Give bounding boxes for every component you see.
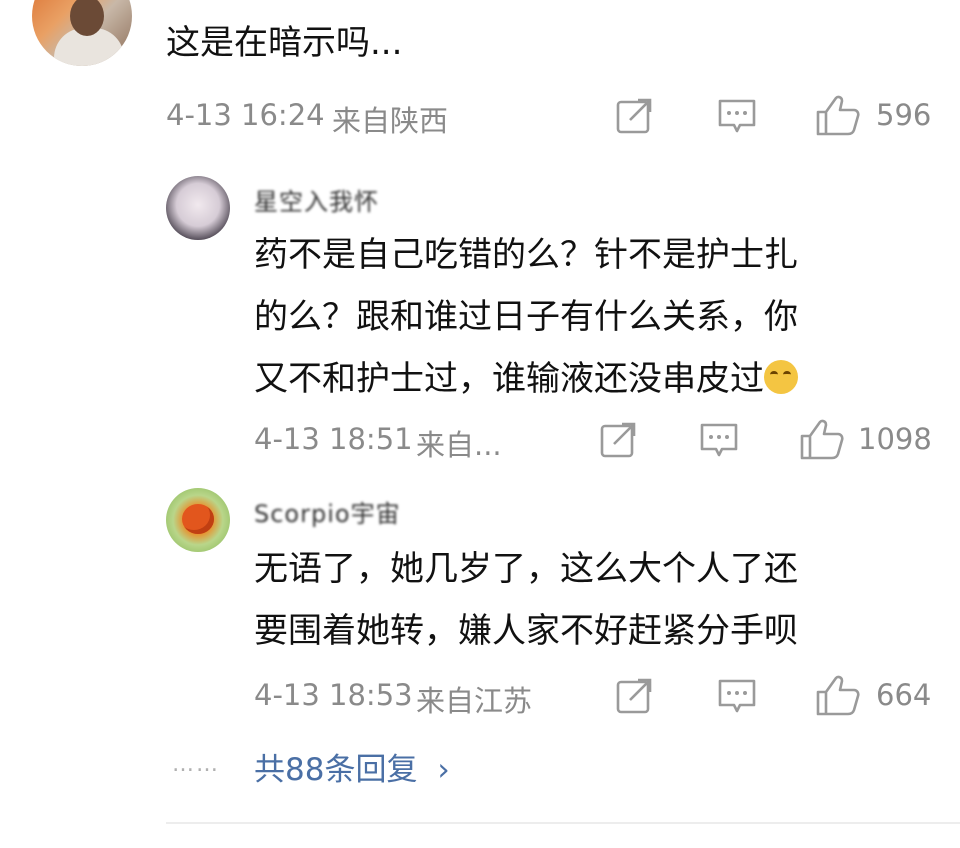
reply1-line-last: 又不和护士过，谁输液还没串皮过: [254, 348, 914, 410]
reply2-line: 要围着她转，嫌人家不好赶紧分手呗: [254, 611, 798, 651]
chevron-right-icon: ›: [437, 752, 450, 788]
reply2-location: 来自江苏: [416, 684, 533, 718]
comment-icon[interactable]: [718, 98, 756, 134]
repost-icon[interactable]: [616, 678, 654, 714]
reply1-time: 4-13 18:51: [254, 422, 413, 456]
main-comment-text: 这是在暗示吗...: [166, 23, 403, 63]
comment-icon[interactable]: [700, 422, 738, 458]
more-replies-link[interactable]: 共88条回复 ›: [254, 744, 450, 789]
reply2-username[interactable]: Scorpio宇宙: [254, 494, 401, 529]
divider: [166, 822, 960, 824]
main-comment-time: 4-13 16:24: [166, 98, 325, 132]
repost-icon[interactable]: [616, 98, 654, 134]
reply2-avatar[interactable]: [166, 488, 230, 552]
main-comment-location: 来自陕西: [332, 104, 449, 138]
laugh-cry-emoji-icon: [764, 360, 798, 394]
more-replies-label: 共88条回复: [254, 752, 418, 788]
main-like-count: 596: [876, 98, 932, 132]
comment-icon[interactable]: [718, 678, 756, 714]
reply1-like-count: 1098: [858, 422, 932, 456]
main-commenter-avatar[interactable]: [32, 0, 132, 66]
more-replies-dots: ……: [172, 752, 220, 777]
reply1-avatar[interactable]: [166, 176, 230, 240]
reply1-line-text: 又不和护士过，谁输液还没串皮过: [254, 359, 764, 399]
reply1-location: 来自...: [416, 428, 502, 462]
reply2-like-count: 664: [876, 678, 932, 712]
thumbs-up-icon[interactable]: [816, 674, 860, 716]
reply1-line: 药不是自己吃错的么？针不是护士扎: [254, 235, 798, 275]
thumbs-up-icon[interactable]: [816, 94, 860, 136]
reply2-time: 4-13 18:53: [254, 678, 413, 712]
reply1-username[interactable]: 星空入我怀: [254, 182, 379, 217]
reply2-text: 无语了，她几岁了，这么大个人了还 要围着她转，嫌人家不好赶紧分手呗: [254, 538, 914, 662]
reply2-line: 无语了，她几岁了，这么大个人了还: [254, 549, 798, 589]
avatar-apple-graphic: [182, 504, 214, 534]
reply1-text: 药不是自己吃错的么？针不是护士扎 的么？跟和谁过日子有什么关系，你 又不和护士过…: [254, 224, 914, 410]
repost-icon[interactable]: [600, 422, 638, 458]
thumbs-up-icon[interactable]: [800, 418, 844, 460]
reply1-line: 的么？跟和谁过日子有什么关系，你: [254, 297, 798, 337]
